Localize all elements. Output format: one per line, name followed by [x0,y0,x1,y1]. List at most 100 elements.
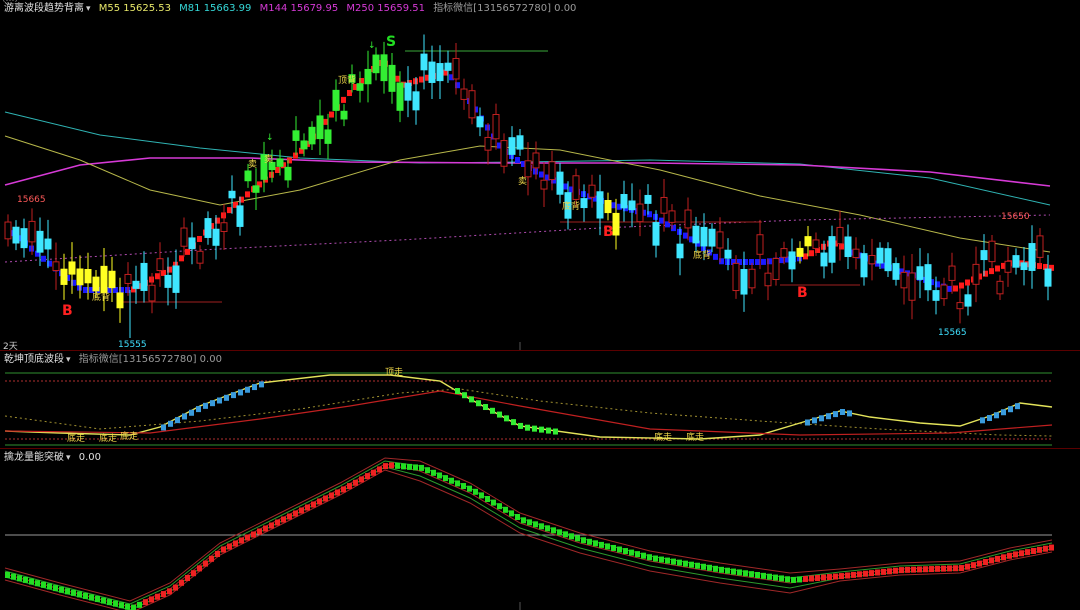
volume-panel[interactable]: 擒龙量能突破 ▾ 0.00 [0,448,1080,610]
volume-step [353,479,358,486]
candlestick [196,250,204,264]
volume-step [23,576,28,583]
trend-step [659,217,664,224]
candlestick [452,57,460,80]
volume-step [947,565,952,572]
candlestick [180,227,188,247]
ma55-label: M55 15625.53 [98,3,171,14]
volume-step [311,501,316,508]
osc-step [196,406,201,413]
volume-step [653,555,658,562]
osc-step [238,389,243,396]
sell-signal: S [386,34,397,50]
mid-indicator-name[interactable]: 乾坤顶底波段 [4,354,64,365]
candlestick [988,240,996,263]
candlestick [852,248,860,259]
candlestick [940,284,948,300]
volume-step [935,565,940,572]
chevron-down-icon[interactable]: ▾ [86,4,91,14]
main-indicator-bar: 游离波段趋势背离 ▾ M55 15625.53 M81 15663.99 M144… [4,2,581,16]
trend-step [41,255,46,262]
volume-step [827,574,832,581]
trend-step [539,171,544,178]
candlestick [772,257,780,280]
candlestick [28,220,36,243]
osc-step [210,400,215,407]
volume-step [107,599,112,606]
osc-step [182,413,187,420]
volume-step [1031,548,1036,554]
candlestick [964,294,972,307]
candlestick [804,236,812,247]
candlestick [1020,262,1028,271]
volume-step [419,464,424,471]
volume-step [5,572,10,578]
volume-step [917,566,922,573]
volume-step [449,477,454,484]
volume-step [971,562,976,569]
osc-step [1001,409,1006,416]
trend-step [179,255,184,262]
candlestick [468,90,476,119]
price-chart[interactable]: ↓↓ [0,0,1080,350]
volume-step [1043,545,1048,552]
osc-note-2: 底走 [99,434,118,444]
bottom-indicator-name[interactable]: 擒龙量能突破 [4,452,64,463]
osc-step [980,417,985,424]
trend-step [227,207,232,214]
candlestick [908,272,916,301]
sell-note-1: 卖 [248,160,258,170]
osc-step [189,409,194,416]
candlestick [52,261,60,271]
volume-step [197,565,202,572]
candlestick [1036,235,1044,258]
volume-step [623,548,628,555]
chevron-down-icon[interactable]: ▾ [66,355,71,365]
volume-step [341,486,346,493]
osc-step [546,427,551,434]
osc-step [539,426,544,433]
volume-step [707,564,712,571]
candlestick [844,236,852,258]
candlestick [420,53,428,71]
volume-step [887,568,892,575]
volume-step [557,529,562,536]
trend-step [341,96,346,103]
volume-step [41,581,46,588]
down-arrow-icon: ↓ [266,133,274,143]
osc-step [840,409,845,415]
volume-step [59,586,64,593]
volume-step [227,543,232,550]
volume-step [869,570,874,577]
volume-step [785,576,790,583]
osc-note-4: 顶走 [385,368,404,378]
main-chart-panel[interactable]: 游离波段趋势背离 ▾ M55 15625.53 M81 15663.99 M144… [0,0,1080,352]
volume-step [317,498,322,505]
candlestick [460,88,468,100]
wechat-label: 指标微信[13156572780] 0.00 [78,354,222,365]
volume-step [509,510,514,517]
candlestick [572,175,580,200]
candlestick [604,200,612,214]
trend-step [953,285,958,292]
volume-step [689,561,694,568]
oscillator-panel[interactable]: 乾坤顶底波段 ▾ 指标微信[13156572780] 0.00 底走 底走 底走 … [0,350,1080,448]
volume-step [77,591,82,598]
bottom-indicator-bar: 擒龙量能突破 ▾ 0.00 [4,451,106,465]
volume-step [965,563,970,570]
volume-step [389,462,394,469]
osc-step [462,392,467,399]
main-indicator-name[interactable]: 游离波段趋势背离 [4,3,84,14]
trend-step [185,248,190,255]
volume-step [347,483,352,490]
chevron-down-icon[interactable]: ▾ [66,453,71,463]
volume-step [467,485,472,492]
volume-step [89,594,94,601]
volume-step [797,576,802,583]
trend-step [989,268,994,275]
volume-step [809,575,814,582]
volume-chart[interactable] [0,449,1080,610]
trend-step [713,253,718,260]
volume-step [833,573,838,580]
candlestick [404,82,412,101]
